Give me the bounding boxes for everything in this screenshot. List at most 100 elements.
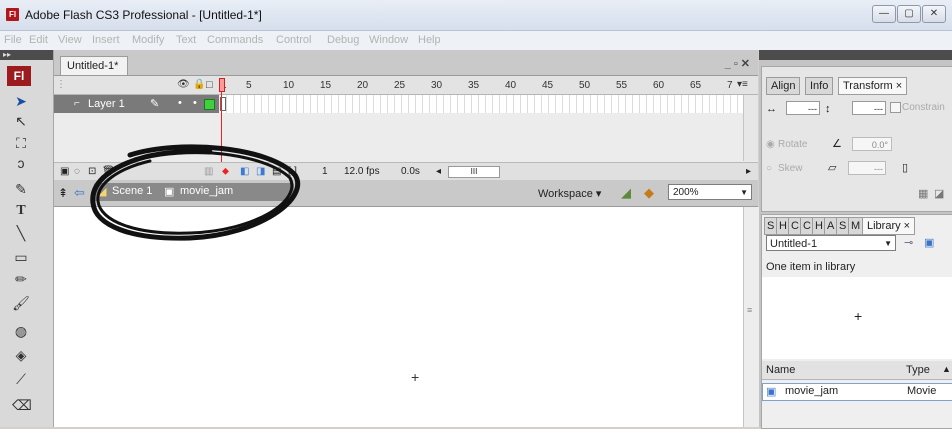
workspace-button[interactable]: Workspace ▾ bbox=[538, 187, 601, 200]
library-preview: + bbox=[762, 277, 952, 359]
brush-icon[interactable]: 🖌 bbox=[12, 294, 30, 312]
stage-vertical-scrollbar[interactable]: ≡ bbox=[743, 207, 759, 427]
skew-radio[interactable]: ○ bbox=[766, 163, 772, 174]
window-title-bar[interactable]: Fl Adobe Flash CS3 Professional - [Untit… bbox=[0, 0, 952, 31]
timeline-menu-icon[interactable]: ▾≡ bbox=[737, 79, 748, 90]
visibility-dot-icon[interactable]: • bbox=[178, 97, 182, 109]
tab-info[interactable]: Info bbox=[805, 77, 834, 95]
rotate-radio[interactable]: ◉ bbox=[766, 139, 775, 150]
text-tool-icon[interactable]: T bbox=[12, 202, 30, 220]
tools-panel-gripper[interactable]: ▸▸ bbox=[0, 50, 53, 60]
layer-outline-color-icon[interactable] bbox=[204, 99, 215, 110]
flash-logo: Fl bbox=[7, 66, 31, 86]
library-item-name[interactable]: movie_jam bbox=[785, 385, 838, 397]
lock-all-icon[interactable]: 🔒 bbox=[193, 79, 205, 90]
document-tab[interactable]: Untitled-1* bbox=[60, 56, 128, 76]
tools-panel: ▸▸ Fl ➤ ↖ ⛶ ɔ ✎ T ╲ ▭ ✏ 🖌 ◍ ◈ ⟋ ⌫ bbox=[0, 50, 54, 427]
zoom-value: 200% bbox=[673, 187, 699, 198]
frame-rate[interactable]: 12.0 fps bbox=[344, 166, 380, 177]
layer-name-cell[interactable]: ⌐ Layer 1 ✎ • • bbox=[54, 95, 219, 113]
layer-frames[interactable] bbox=[220, 95, 743, 113]
column-name[interactable]: Name bbox=[766, 364, 795, 376]
menu-control[interactable]: Control bbox=[276, 34, 311, 46]
library-document-value: Untitled-1 bbox=[770, 238, 818, 250]
library-document-select[interactable]: Untitled-1 ▼ bbox=[766, 235, 896, 251]
free-transform-icon[interactable]: ⛶ bbox=[12, 134, 30, 152]
frame-number: 60 bbox=[653, 80, 665, 91]
tab-panel-8[interactable]: M bbox=[848, 217, 864, 235]
preview-crosshair: + bbox=[854, 308, 863, 324]
menu-view[interactable]: View bbox=[58, 34, 82, 46]
eyedropper-icon[interactable]: ⟋ bbox=[12, 370, 30, 388]
tab-transform[interactable]: Transform × bbox=[838, 77, 908, 95]
close-button[interactable]: ✕ bbox=[922, 5, 946, 23]
width-field[interactable]: --- bbox=[786, 101, 820, 115]
rotate-field[interactable]: 0.0° bbox=[852, 137, 892, 151]
pencil-icon[interactable]: ✏ bbox=[12, 270, 30, 288]
selection-arrow-icon[interactable]: ➤ bbox=[12, 92, 30, 110]
frame-number: 35 bbox=[468, 80, 480, 91]
motion-guide-icon[interactable]: ◌ bbox=[74, 166, 80, 177]
skew-horizontal-icon: ▱ bbox=[828, 162, 837, 174]
transform-panel: Align Info Transform × ↔ --- ↕ --- Const… bbox=[761, 66, 952, 212]
panel-dock-gripper[interactable] bbox=[759, 50, 952, 60]
layer-icon: ⌐ bbox=[74, 98, 80, 109]
minimize-button[interactable]: — bbox=[872, 5, 896, 23]
menu-edit[interactable]: Edit bbox=[29, 34, 48, 46]
line-tool-icon[interactable]: ╲ bbox=[12, 224, 30, 242]
insert-layer-icon[interactable]: ▣ bbox=[60, 166, 69, 177]
new-library-panel-icon[interactable]: ▣ bbox=[924, 236, 934, 249]
menu-text[interactable]: Text bbox=[176, 34, 196, 46]
timeline-gripper-icon[interactable]: ⋮ bbox=[56, 79, 66, 90]
document-window-controls[interactable]: _ ▫ ✕ bbox=[725, 57, 750, 70]
menu-insert[interactable]: Insert bbox=[92, 34, 120, 46]
layer-row[interactable]: ⌐ Layer 1 ✎ • • bbox=[54, 95, 758, 113]
lasso-icon[interactable]: ɔ bbox=[12, 154, 30, 172]
library-item-row[interactable]: ▣ movie_jam Movie bbox=[762, 383, 952, 401]
chevron-down-icon[interactable]: ▼ bbox=[884, 236, 892, 252]
rectangle-tool-icon[interactable]: ▭ bbox=[12, 248, 30, 266]
document-tab-strip: Untitled-1* _ ▫ ✕ bbox=[54, 50, 758, 76]
layer-name[interactable]: Layer 1 bbox=[88, 98, 125, 110]
subselection-arrow-icon[interactable]: ↖ bbox=[12, 112, 30, 130]
skew-vertical-icon: ▯ bbox=[902, 162, 909, 174]
tab-align[interactable]: Align bbox=[766, 77, 801, 95]
chevron-down-icon[interactable]: ▼ bbox=[740, 185, 748, 201]
playhead-handle[interactable] bbox=[219, 78, 225, 92]
library-item-type: Movie bbox=[907, 385, 937, 397]
edit-scene-icon[interactable]: ◢ bbox=[621, 185, 631, 201]
height-field[interactable]: --- bbox=[852, 101, 886, 115]
timeline-scroll-right-icon[interactable]: ▸ bbox=[746, 166, 751, 177]
zoom-select[interactable]: 200% ▼ bbox=[668, 184, 752, 200]
timeline-vertical-scrollbar[interactable] bbox=[743, 95, 758, 161]
pin-library-icon[interactable]: ⊸ bbox=[904, 236, 913, 249]
tab-library[interactable]: Library × bbox=[862, 217, 916, 235]
sort-icon[interactable]: ▲ bbox=[942, 364, 951, 374]
reset-transform-icon[interactable]: ◪ bbox=[934, 187, 944, 200]
right-panel-dock: Align Info Transform × ↔ --- ↕ --- Const… bbox=[759, 50, 952, 429]
show-hide-all-icon[interactable]: 👁 bbox=[177, 79, 190, 90]
timeline-horizontal-scrollbar[interactable]: III bbox=[448, 166, 500, 178]
column-type[interactable]: Type bbox=[906, 364, 930, 376]
menu-modify[interactable]: Modify bbox=[132, 34, 164, 46]
copy-transform-icon[interactable]: ▦ bbox=[918, 187, 928, 200]
constrain-checkbox[interactable] bbox=[890, 102, 901, 113]
maximize-button[interactable]: ▢ bbox=[897, 5, 921, 23]
pen-icon[interactable]: ✎ bbox=[12, 180, 30, 198]
timeline-scroll-left-icon[interactable]: ◂ bbox=[436, 166, 441, 177]
back-arrow-icon[interactable]: ⇦ bbox=[74, 185, 85, 201]
menu-help[interactable]: Help bbox=[418, 34, 441, 46]
menu-file[interactable]: File bbox=[4, 34, 22, 46]
timeline-toggle-icon[interactable]: ⇞ bbox=[58, 186, 68, 200]
menu-debug[interactable]: Debug bbox=[327, 34, 359, 46]
lock-dot-icon[interactable]: • bbox=[193, 97, 197, 109]
scroll-grip-icon[interactable]: ≡ bbox=[747, 305, 752, 315]
edit-symbols-icon[interactable]: ◆ bbox=[644, 185, 654, 201]
skew-field[interactable]: --- bbox=[848, 161, 886, 175]
menu-window[interactable]: Window bbox=[369, 34, 408, 46]
outline-all-icon[interactable]: □ bbox=[206, 79, 213, 91]
paint-bucket-icon[interactable]: ◈ bbox=[12, 346, 30, 364]
ink-bottle-icon[interactable]: ◍ bbox=[12, 322, 30, 340]
menu-commands[interactable]: Commands bbox=[207, 34, 263, 46]
eraser-icon[interactable]: ⌫ bbox=[12, 396, 32, 414]
